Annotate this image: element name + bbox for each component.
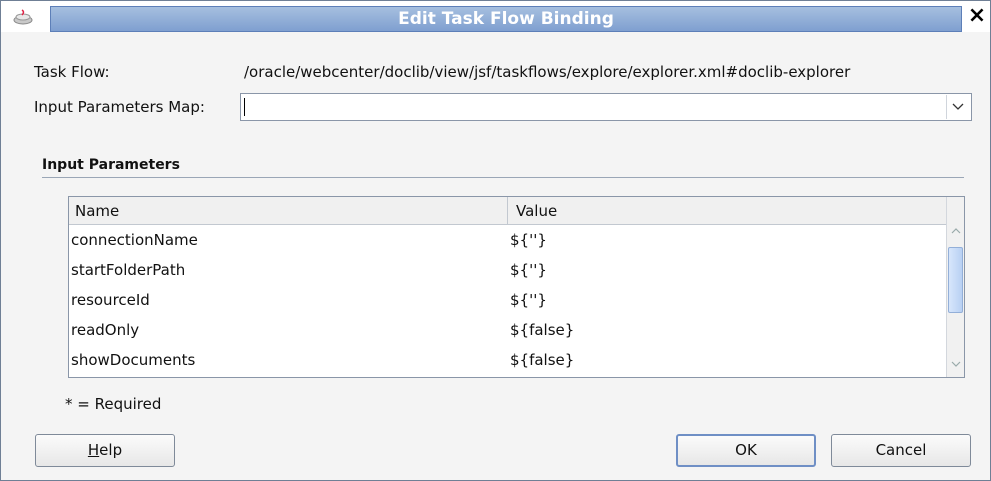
help-label: elp — [99, 441, 123, 459]
column-header-value[interactable]: Value — [516, 202, 557, 220]
scroll-thumb[interactable] — [948, 247, 963, 313]
help-button[interactable]: Help — [35, 434, 175, 467]
column-header-name[interactable]: Name — [75, 202, 119, 220]
ok-button[interactable]: OK — [676, 434, 816, 467]
close-icon[interactable]: × — [966, 5, 988, 27]
table-row[interactable]: resourceId ${''} — [69, 285, 946, 315]
title-bar-fill: Edit Task Flow Binding — [50, 6, 962, 32]
table-row[interactable]: connectionName ${''} — [69, 225, 946, 255]
param-name: connectionName — [71, 231, 198, 249]
table-row[interactable]: showDocuments ${false} — [69, 345, 946, 375]
help-mnemonic: H — [87, 441, 100, 459]
input-parameters-map-label: Input Parameters Map: — [34, 98, 205, 116]
input-parameters-map-combobox[interactable] — [240, 93, 972, 121]
edit-task-flow-binding-dialog: Edit Task Flow Binding × Task Flow: /ora… — [0, 0, 991, 481]
task-flow-label: Task Flow: — [34, 63, 110, 81]
scroll-down-icon[interactable] — [947, 357, 964, 373]
input-parameters-table[interactable]: Name Value connectionName ${''} startFol… — [68, 196, 965, 378]
window-title: Edit Task Flow Binding — [398, 9, 614, 29]
param-name: readOnly — [71, 321, 140, 339]
table-row[interactable]: readOnly ${false} — [69, 315, 946, 345]
table-header: Name Value — [69, 197, 946, 225]
param-value[interactable]: ${false} — [510, 351, 574, 369]
scroll-up-icon[interactable] — [947, 223, 964, 239]
required-note: * = Required — [65, 395, 162, 413]
param-value[interactable]: ${''} — [510, 231, 547, 249]
column-separator[interactable] — [507, 197, 508, 225]
cancel-button[interactable]: Cancel — [831, 434, 971, 467]
param-name: showDocuments — [71, 351, 196, 369]
chevron-down-icon[interactable] — [946, 95, 969, 119]
section-divider — [42, 177, 964, 178]
title-bar[interactable]: Edit Task Flow Binding × — [1, 1, 990, 32]
param-value[interactable]: ${''} — [510, 261, 547, 279]
table-row[interactable]: startFolderPath ${''} — [69, 255, 946, 285]
param-name: startFolderPath — [71, 261, 186, 279]
text-caret — [244, 98, 245, 116]
task-flow-path: /oracle/webcenter/doclib/view/jsf/taskfl… — [244, 63, 851, 81]
param-value[interactable]: ${''} — [510, 291, 547, 309]
param-name: resourceId — [71, 291, 150, 309]
input-parameters-heading: Input Parameters — [42, 157, 180, 173]
coffee-cup-icon — [13, 9, 33, 25]
param-value[interactable]: ${false} — [510, 321, 574, 339]
vertical-scrollbar[interactable] — [946, 197, 964, 377]
